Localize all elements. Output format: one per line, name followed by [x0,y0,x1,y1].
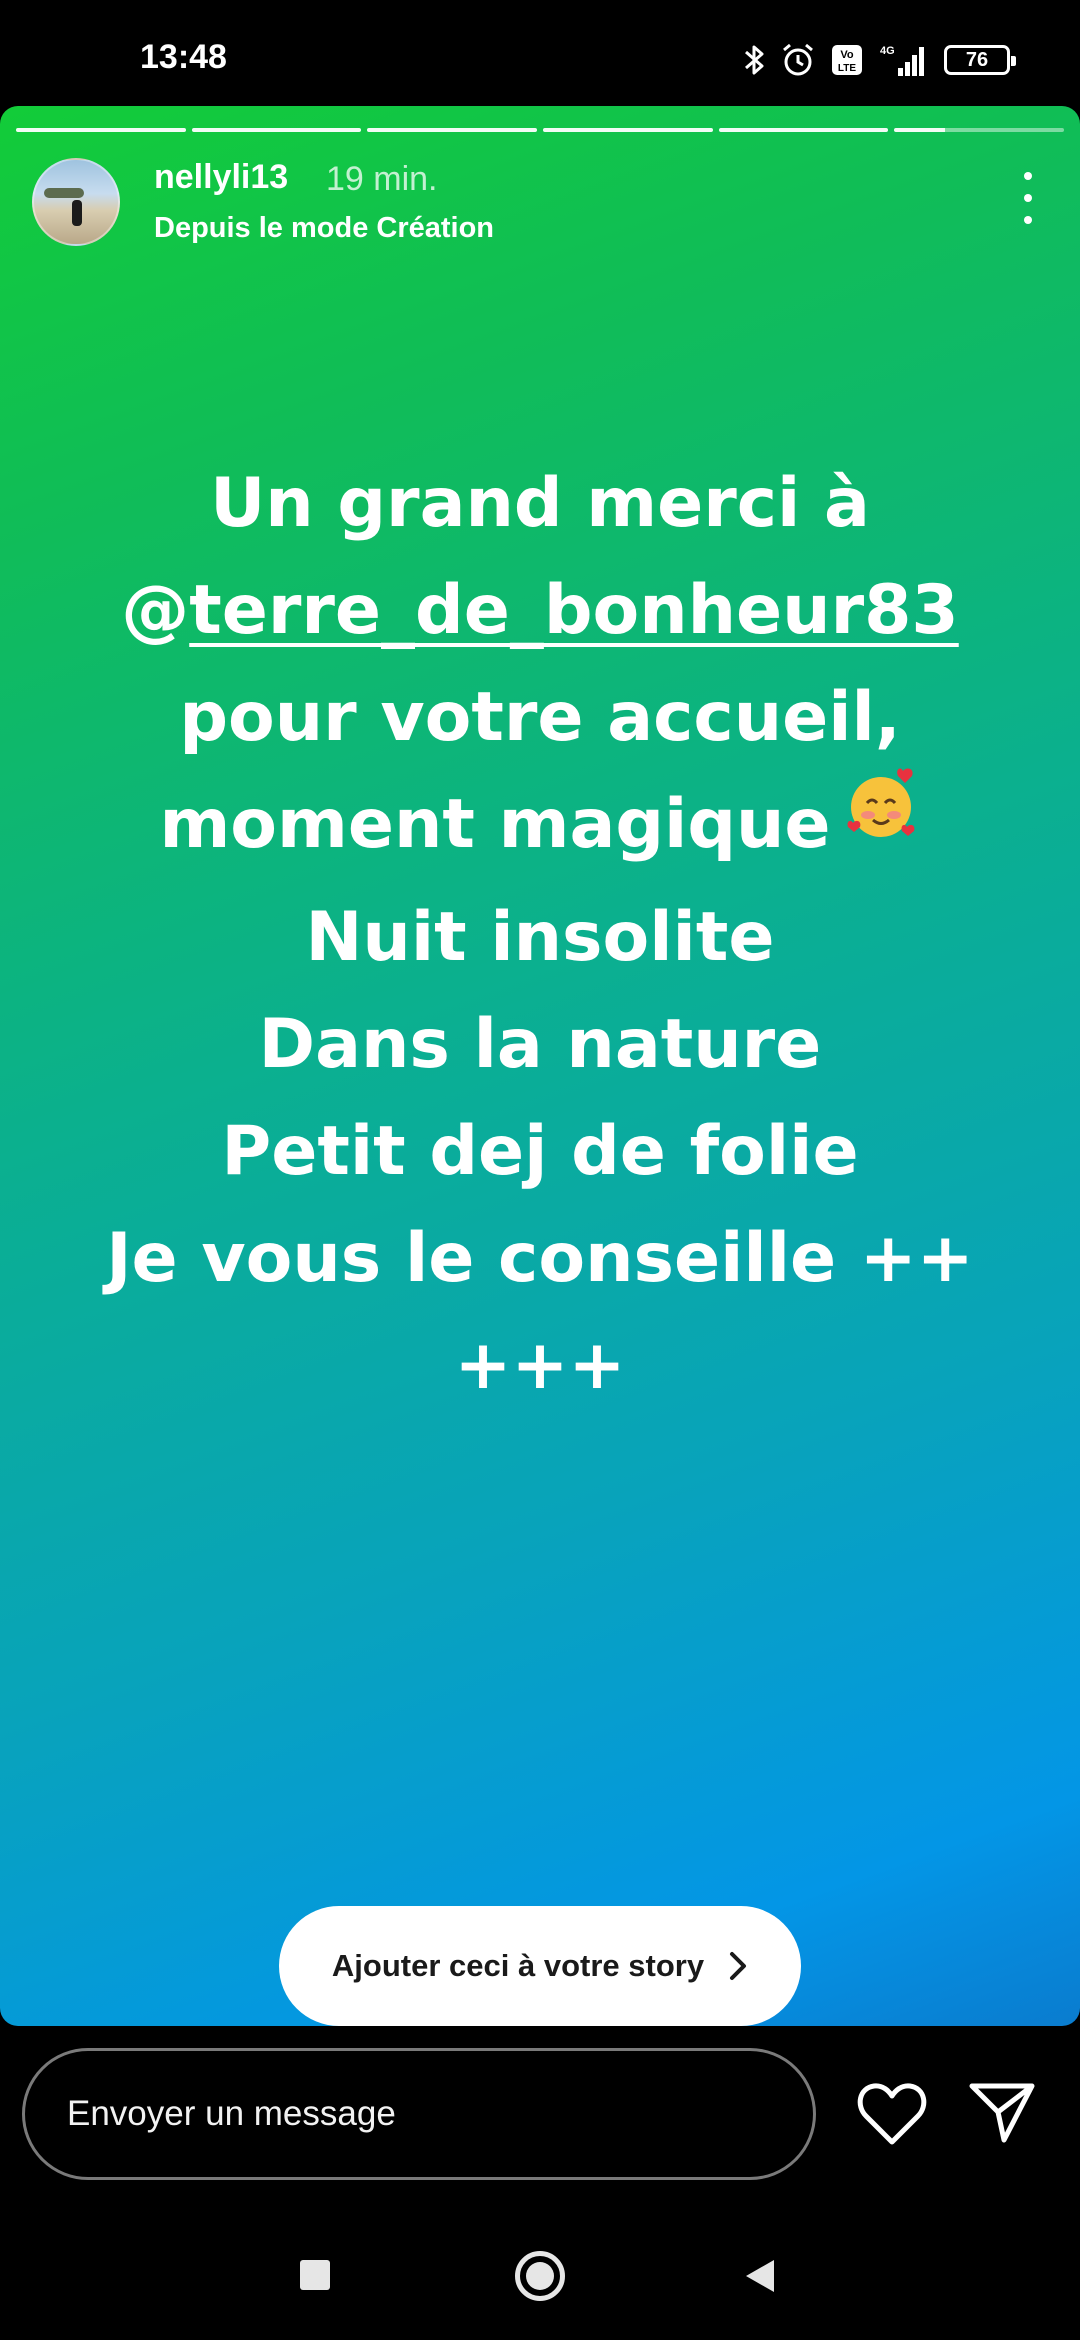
chevron-right-icon [730,1952,747,1980]
svg-text:LTE: LTE [838,63,856,74]
story-mention-line: @terre_de_bonheur83 [40,557,1040,664]
bluetooth-icon [745,45,764,75]
status-bar: 13:48 Vo LTE 4G 76 [0,0,1080,106]
progress-segment [191,128,362,132]
smiling-face-with-hearts-icon [841,765,921,876]
story-view[interactable]: nellyli13 19 min. Depuis le mode Créatio… [0,106,1080,2026]
recents-square-icon[interactable] [300,2260,330,2290]
story-text-line: Dans la nature [258,1004,822,1084]
story-source[interactable]: Depuis le mode Création [154,212,494,245]
mention-link[interactable]: terre_de_bonheur83 [189,571,959,650]
time-ago: 19 min. [326,160,438,198]
progress-segment [543,128,713,132]
progress-segment [718,128,889,132]
username[interactable]: nellyli13 [154,158,288,197]
progress-segment [16,128,186,132]
svg-text:4G: 4G [880,45,895,57]
status-icons: Vo LTE 4G 76 [742,40,1016,80]
mention-at: @ [121,571,190,650]
story-text-line: moment magique [159,785,831,864]
signal-4g-icon: 4G [880,45,924,76]
heart-icon[interactable] [856,2080,928,2148]
status-time: 13:48 [140,38,227,76]
story-text-line: +++ [454,1325,626,1405]
story-text-line-emoji: moment magique [40,768,1040,884]
story-text-line: Un grand merci à [210,464,870,543]
story-text-line: Nuit insolite [305,897,775,977]
avatar[interactable] [32,158,120,246]
alarm-icon [783,43,813,76]
progress-segment [367,128,538,132]
more-options-icon[interactable] [1016,172,1040,224]
story-text-line: pour votre accueil, [179,678,901,757]
add-to-story-label: Ajouter ceci à votre story [331,1948,705,1983]
message-input[interactable]: Envoyer un message [22,2048,816,2180]
story-progress [16,128,1065,132]
svg-text:Vo: Vo [840,49,854,61]
back-triangle-icon[interactable] [742,2257,778,2295]
battery-level: 76 [965,48,989,71]
add-to-story-button[interactable]: Ajouter ceci à votre story [279,1906,801,2026]
story-text-line: Je vous le conseille ++ [106,1218,974,1298]
progress-segment-current [894,128,1065,132]
message-placeholder: Envoyer un message [67,2094,396,2133]
story-text: Un grand merci à @terre_de_bonheur83 pou… [40,450,1040,1419]
battery-icon: 76 [944,45,1016,75]
navigation-bar [0,2220,1080,2340]
send-icon[interactable] [968,2078,1036,2146]
volte-icon: Vo LTE [832,45,862,75]
story-text-line: Petit dej de folie [221,1111,859,1191]
home-circle-icon[interactable] [515,2251,565,2301]
